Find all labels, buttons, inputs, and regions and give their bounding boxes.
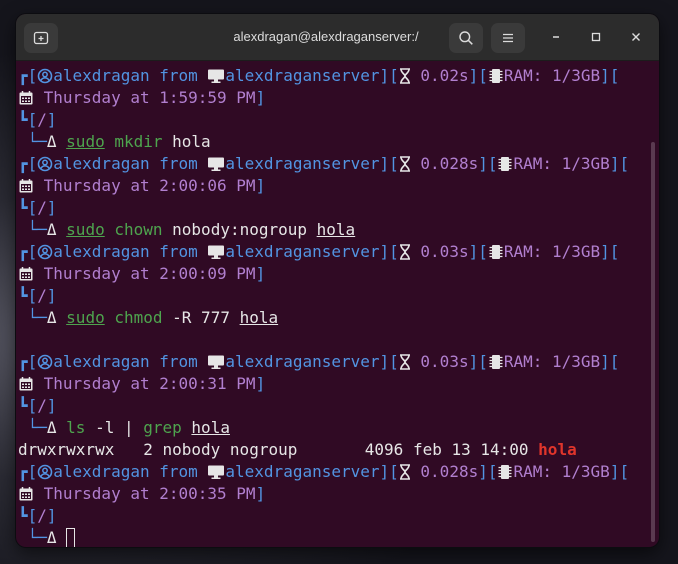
command-line: └─Δ ls -l | grep hola bbox=[18, 418, 230, 437]
maximize-icon bbox=[591, 32, 601, 42]
minimize-icon bbox=[553, 36, 559, 38]
memory-icon bbox=[497, 154, 513, 173]
maximize-button[interactable] bbox=[586, 27, 606, 47]
monitor-icon bbox=[207, 154, 225, 173]
hourglass-icon bbox=[399, 66, 411, 85]
calendar-icon bbox=[18, 264, 34, 283]
calendar-icon bbox=[18, 484, 34, 503]
title-bar: alexdragan@alexdraganserver:/ bbox=[16, 14, 659, 61]
monitor-icon bbox=[207, 66, 225, 85]
memory-icon bbox=[488, 352, 504, 371]
user-icon bbox=[37, 154, 53, 173]
terminal-output[interactable]: ┏[alexdragan from alexdraganserver][ 0.0… bbox=[16, 61, 659, 547]
prompt-header: ┏[alexdragan from alexdraganserver][ 0.0… bbox=[18, 154, 630, 173]
calendar-icon bbox=[18, 88, 34, 107]
monitor-icon bbox=[207, 462, 225, 481]
user-icon bbox=[37, 462, 53, 481]
memory-icon bbox=[488, 66, 504, 85]
prompt-header: ┏[alexdragan from alexdraganserver][ 0.0… bbox=[18, 462, 630, 481]
hourglass-icon bbox=[399, 462, 411, 481]
prompt-date: Thursday at 2:00:09 PM] bbox=[18, 263, 659, 285]
close-button[interactable] bbox=[626, 27, 646, 47]
terminal-window: alexdragan@alexdraganserver:/ ┏[alexdrag… bbox=[16, 14, 659, 547]
user-icon bbox=[37, 66, 53, 85]
command-line: └─Δ bbox=[18, 527, 659, 547]
hourglass-icon bbox=[399, 242, 411, 261]
minimize-button[interactable] bbox=[546, 27, 566, 47]
ls-output-row: drwxrwxrwx 2 nobody nogroup 4096 feb 13 … bbox=[18, 440, 577, 459]
prompt-header: ┏[alexdragan from alexdraganserver][ 0.0… bbox=[18, 66, 620, 85]
new-tab-button[interactable] bbox=[24, 23, 58, 53]
scrollbar[interactable] bbox=[651, 142, 655, 542]
prompt-dir: ┗[/] bbox=[18, 198, 57, 217]
command-line: └─Δ sudo mkdir hola bbox=[18, 132, 211, 151]
hourglass-icon bbox=[399, 352, 411, 371]
window-title: alexdragan@alexdraganserver:/ bbox=[233, 29, 419, 44]
command-line: └─Δ sudo chmod -R 777 hola bbox=[18, 308, 279, 327]
prompt-date: Thursday at 2:00:35 PM] bbox=[18, 483, 659, 505]
prompt-header: ┏[alexdragan from alexdraganserver][ 0.0… bbox=[18, 352, 620, 371]
close-icon bbox=[632, 33, 640, 41]
command-line: └─Δ sudo chown nobody:nogroup hola bbox=[18, 220, 356, 239]
monitor-icon bbox=[207, 352, 225, 371]
prompt-header: ┏[alexdragan from alexdraganserver][ 0.0… bbox=[18, 242, 620, 261]
prompt-dir: ┗[/] bbox=[18, 286, 57, 305]
monitor-icon bbox=[207, 242, 225, 261]
menu-icon bbox=[503, 33, 513, 43]
prompt-date: Thursday at 2:00:31 PM] bbox=[18, 373, 659, 395]
memory-icon bbox=[488, 242, 504, 261]
search-button[interactable] bbox=[449, 23, 483, 53]
text-cursor[interactable] bbox=[66, 528, 76, 547]
user-icon bbox=[37, 352, 53, 371]
calendar-icon bbox=[18, 176, 34, 195]
prompt-date: Thursday at 2:00:06 PM] bbox=[18, 175, 659, 197]
prompt-date: Thursday at 1:59:59 PM] bbox=[18, 87, 659, 109]
menu-button[interactable] bbox=[491, 23, 525, 53]
new-tab-icon bbox=[33, 31, 49, 45]
user-icon bbox=[37, 242, 53, 261]
prompt-dir: ┗[/] bbox=[18, 506, 57, 525]
calendar-icon bbox=[18, 374, 34, 393]
hourglass-icon bbox=[399, 154, 411, 173]
search-icon bbox=[459, 31, 473, 45]
prompt-dir: ┗[/] bbox=[18, 396, 57, 415]
prompt-dir: ┗[/] bbox=[18, 110, 57, 129]
memory-icon bbox=[497, 462, 513, 481]
